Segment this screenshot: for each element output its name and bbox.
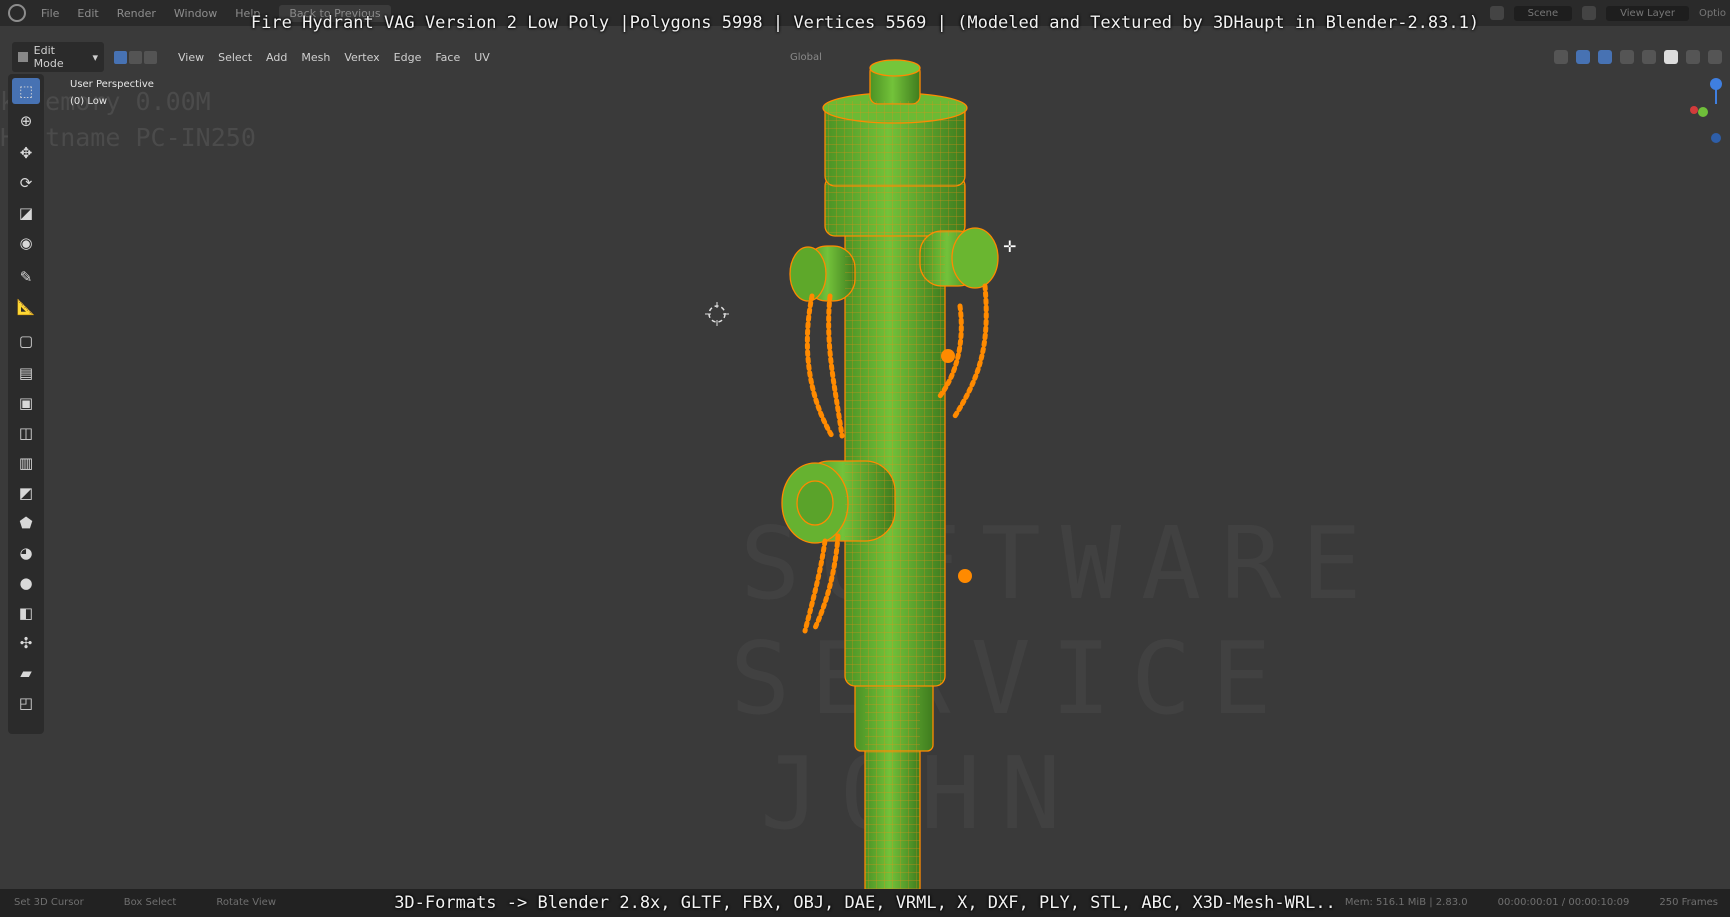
shear-tool[interactable]: ▰	[12, 660, 40, 686]
cursor-icon: ⊕	[19, 111, 33, 130]
poly-build-icon: ⬟	[19, 513, 33, 532]
menu-face[interactable]: Face	[428, 51, 467, 64]
active-object-label: (0) Low	[70, 96, 108, 107]
fire-hydrant-mesh[interactable]	[780, 56, 1030, 891]
smooth-tool[interactable]: ●	[12, 570, 40, 596]
measure-tool[interactable]: 📐	[12, 294, 40, 320]
extrude-icon: ▤	[18, 363, 34, 382]
menu-select[interactable]: Select	[211, 51, 259, 64]
video-title-overlay: Fire Hydrant VAG Version 2 Low Poly |Pol…	[250, 13, 1480, 33]
tool-shelf: ⬚ ⊕ ✥ ⟳ ◪ ◉ ✎ 📐 ▢ ▤ ▣ ◫ ▥ ◩ ⬟ ◕ ● ◧ ✣ ▰ …	[8, 74, 44, 734]
vertex-select-button[interactable]	[114, 50, 127, 64]
select-box-tool[interactable]: ⬚	[12, 78, 40, 104]
3d-cursor-icon[interactable]	[705, 302, 729, 330]
rotate-icon: ⟳	[19, 173, 33, 192]
inset-icon: ▣	[18, 393, 34, 412]
bevel-tool[interactable]: ◫	[12, 420, 40, 446]
loop-cut-tool[interactable]: ▥	[12, 450, 40, 476]
mode-selector[interactable]: Edit Mode ▾	[12, 42, 104, 72]
view-perspective-label: User Perspective	[70, 79, 154, 90]
overlay-toggle-icon[interactable]	[1598, 50, 1612, 64]
gizmo-toggle-icon[interactable]	[1576, 50, 1590, 64]
select-box-icon: ⬚	[18, 81, 34, 100]
select-mode-group	[114, 50, 159, 64]
menu-edge[interactable]: Edge	[387, 51, 429, 64]
menu-mesh[interactable]: Mesh	[294, 51, 337, 64]
rendered-shading-icon[interactable]	[1708, 50, 1722, 64]
scale-tool[interactable]: ◪	[12, 200, 40, 226]
menu-view[interactable]: View	[171, 51, 211, 64]
annotate-tool[interactable]: ✎	[12, 264, 40, 290]
shear-icon: ▰	[20, 663, 32, 682]
extrude-tool[interactable]: ▤	[12, 360, 40, 386]
shrink-fatten-tool[interactable]: ✣	[12, 630, 40, 656]
mouse-crosshair-icon: ✛	[1003, 237, 1017, 256]
transform-tool[interactable]: ◉	[12, 230, 40, 256]
edit-mode-icon	[18, 52, 28, 62]
inset-tool[interactable]: ▣	[12, 390, 40, 416]
mode-label: Edit Mode	[33, 44, 64, 70]
move-icon: ✥	[19, 143, 33, 162]
menu-uv[interactable]: UV	[467, 51, 497, 64]
xray-toggle-icon[interactable]	[1620, 50, 1634, 64]
poly-build-tool[interactable]: ⬟	[12, 510, 40, 536]
move-tool[interactable]: ✥	[12, 140, 40, 166]
viewport-menu: View Select Add Mesh Vertex Edge Face UV	[171, 51, 497, 64]
rip-icon: ◰	[18, 693, 34, 712]
shading-controls	[1554, 50, 1722, 64]
spin-icon: ◕	[19, 543, 33, 562]
spin-tool[interactable]: ◕	[12, 540, 40, 566]
cursor-tool[interactable]: ⊕	[12, 108, 40, 134]
solid-shading-icon[interactable]	[1664, 50, 1678, 64]
knife-tool[interactable]: ◩	[12, 480, 40, 506]
formats-overlay: 3D-Formats -> Blender 2.8x, GLTF, FBX, O…	[394, 893, 1336, 913]
bevel-icon: ◫	[18, 423, 34, 442]
edge-slide-tool[interactable]: ◧	[12, 600, 40, 626]
measure-icon: 📐	[16, 297, 36, 316]
edge-slide-icon: ◧	[18, 603, 34, 622]
rotate-tool[interactable]: ⟳	[12, 170, 40, 196]
visibility-icon[interactable]	[1554, 50, 1568, 64]
menu-add[interactable]: Add	[259, 51, 294, 64]
shrink-fatten-icon: ✣	[19, 633, 33, 652]
smooth-icon: ●	[19, 573, 33, 592]
knife-icon: ◩	[18, 483, 34, 502]
rip-tool[interactable]: ◰	[12, 690, 40, 716]
add-cube-tool[interactable]: ▢	[12, 328, 40, 354]
menu-vertex[interactable]: Vertex	[337, 51, 386, 64]
face-select-button[interactable]	[144, 50, 157, 64]
navigation-gizmo[interactable]	[1686, 76, 1726, 146]
material-shading-icon[interactable]	[1686, 50, 1700, 64]
transform-icon: ◉	[19, 233, 33, 252]
scale-icon: ◪	[18, 203, 34, 222]
add-cube-icon: ▢	[18, 331, 34, 350]
annotate-icon: ✎	[19, 267, 33, 286]
loop-cut-icon: ▥	[18, 453, 34, 472]
edge-select-button[interactable]	[129, 50, 142, 64]
viewport-info: User Perspective (0) Low	[70, 76, 154, 110]
chevron-down-icon: ▾	[92, 50, 98, 64]
wireframe-shading-icon[interactable]	[1642, 50, 1656, 64]
